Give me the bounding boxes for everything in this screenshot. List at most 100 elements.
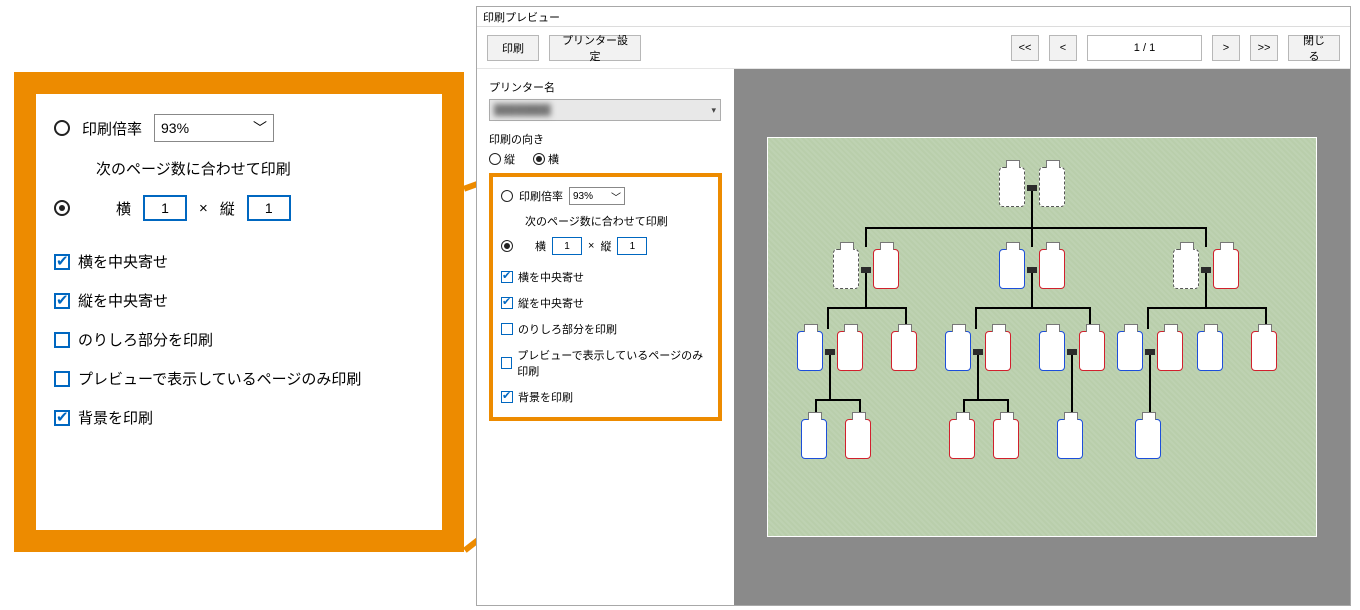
fit-v-label-big: 縦 (220, 198, 235, 219)
page-counter: 1 / 1 (1087, 35, 1202, 61)
fit-v-input[interactable]: 1 (617, 237, 647, 255)
chevron-down-icon: ▾ (711, 105, 716, 116)
center-h-label-big: 横を中央寄せ (78, 251, 168, 272)
tree-node (891, 331, 917, 371)
radio-icon (489, 153, 501, 165)
tree-edge (1031, 273, 1033, 307)
scale-panel: 印刷倍率 93% ﹀ 次のページ数に合わせて印刷 横 1 × 縦 1 (489, 173, 722, 421)
tree-edge (865, 227, 867, 247)
scale-ratio-value-big: 93% (161, 120, 189, 136)
tree-node (873, 249, 899, 289)
scale-ratio-select[interactable]: 93% ﹀ (569, 187, 625, 205)
tree-node (1057, 419, 1083, 459)
nav-last-button[interactable]: >> (1250, 35, 1278, 61)
tree-node (1173, 249, 1199, 289)
tree-node (1117, 331, 1143, 371)
scale-ratio-label: 印刷倍率 (519, 188, 563, 204)
tree-node (945, 331, 971, 371)
orientation-label: 印刷の向き (489, 131, 722, 147)
tree-node (949, 419, 975, 459)
scale-ratio-radio-big[interactable] (54, 120, 70, 136)
tree-node (1135, 419, 1161, 459)
tree-node (1079, 331, 1105, 371)
landscape-label: 横 (548, 151, 559, 167)
tree-node (1197, 331, 1223, 371)
fit-h-label: 横 (535, 238, 546, 254)
times-symbol: × (588, 240, 594, 252)
tree-edge (1149, 355, 1151, 417)
tree-edge (1205, 227, 1207, 247)
times-big: × (199, 200, 208, 217)
tree-edge (815, 399, 859, 401)
fit-h-input[interactable]: 1 (552, 237, 582, 255)
fit-h-input-big[interactable]: 1 (143, 195, 187, 221)
tree-node (1157, 331, 1183, 371)
scale-ratio-select-big[interactable]: 93% ﹀ (154, 114, 274, 142)
tree-edge (865, 273, 867, 307)
tree-edge (827, 307, 829, 329)
background-check-big[interactable] (54, 410, 70, 426)
tree-node (999, 167, 1025, 207)
background-label: 背景を印刷 (518, 389, 573, 405)
tree-node (845, 419, 871, 459)
tree-edge (829, 355, 831, 399)
radio-icon (533, 153, 545, 165)
printer-settings-button[interactable]: プリンター設定 (549, 35, 641, 61)
center-v-check-big[interactable] (54, 293, 70, 309)
tree-edge (975, 307, 1091, 309)
visible-only-label: プレビューで表示しているページのみ印刷 (517, 347, 710, 379)
tree-edge (1071, 355, 1073, 417)
tree-node (1039, 331, 1065, 371)
margins-check-big[interactable] (54, 332, 70, 348)
print-button[interactable]: 印刷 (487, 35, 539, 61)
center-h-check[interactable] (501, 271, 513, 283)
visible-only-check-big[interactable] (54, 371, 70, 387)
preview-page (767, 137, 1317, 537)
fit-pages-label-big: 次のページ数に合わせて印刷 (96, 158, 291, 179)
scale-ratio-label-big: 印刷倍率 (82, 118, 142, 139)
visible-only-label-big: プレビューで表示しているページのみ印刷 (78, 368, 361, 389)
printer-name-select[interactable]: ████████ ▾ (489, 99, 721, 121)
tree-edge (1147, 307, 1149, 329)
background-label-big: 背景を印刷 (78, 407, 153, 428)
center-h-label: 横を中央寄せ (518, 269, 584, 285)
tree-node (801, 419, 827, 459)
scale-fit-radio[interactable] (501, 240, 513, 252)
fit-h-label-big: 横 (116, 198, 131, 219)
scale-ratio-radio[interactable] (501, 190, 513, 202)
tree-node (837, 331, 863, 371)
fit-pages-label: 次のページ数に合わせて印刷 (525, 213, 668, 229)
scale-ratio-value: 93% (573, 191, 593, 202)
center-v-check[interactable] (501, 297, 513, 309)
portrait-label: 縦 (504, 151, 515, 167)
settings-sidebar: プリンター名 ████████ ▾ 印刷の向き 縦 横 印刷倍率 93% (477, 69, 734, 605)
orientation-portrait[interactable]: 縦 (489, 151, 515, 167)
tree-node (993, 419, 1019, 459)
margins-label-big: のりしろ部分を印刷 (78, 329, 213, 350)
margins-check[interactable] (501, 323, 513, 335)
orientation-landscape[interactable]: 横 (533, 151, 559, 167)
toolbar: 印刷 プリンター設定 << < 1 / 1 > >> 閉じる (477, 27, 1350, 69)
background-check[interactable] (501, 391, 513, 403)
nav-first-button[interactable]: << (1011, 35, 1039, 61)
tree-edge (1031, 191, 1033, 227)
nav-next-button[interactable]: > (1212, 35, 1240, 61)
fit-v-input-big[interactable]: 1 (247, 195, 291, 221)
printer-name-label: プリンター名 (489, 79, 722, 95)
chevron-down-icon: ﹀ (253, 118, 267, 138)
zoom-callout: 印刷倍率 93% ﹀ 次のページ数に合わせて印刷 横 1 × 縦 1 横を中央寄… (14, 72, 464, 552)
tree-node (1213, 249, 1239, 289)
close-button[interactable]: 閉じる (1288, 35, 1340, 61)
tree-edge (865, 227, 1205, 229)
tree-edge (977, 355, 979, 399)
visible-only-check[interactable] (501, 357, 512, 369)
tree-node (833, 249, 859, 289)
nav-prev-button[interactable]: < (1049, 35, 1077, 61)
center-h-check-big[interactable] (54, 254, 70, 270)
tree-edge (1147, 307, 1267, 309)
scale-fit-radio-big[interactable] (54, 200, 70, 216)
tree-node (985, 331, 1011, 371)
tree-edge (1205, 273, 1207, 307)
tree-node (1039, 249, 1065, 289)
center-v-label-big: 縦を中央寄せ (78, 290, 168, 311)
